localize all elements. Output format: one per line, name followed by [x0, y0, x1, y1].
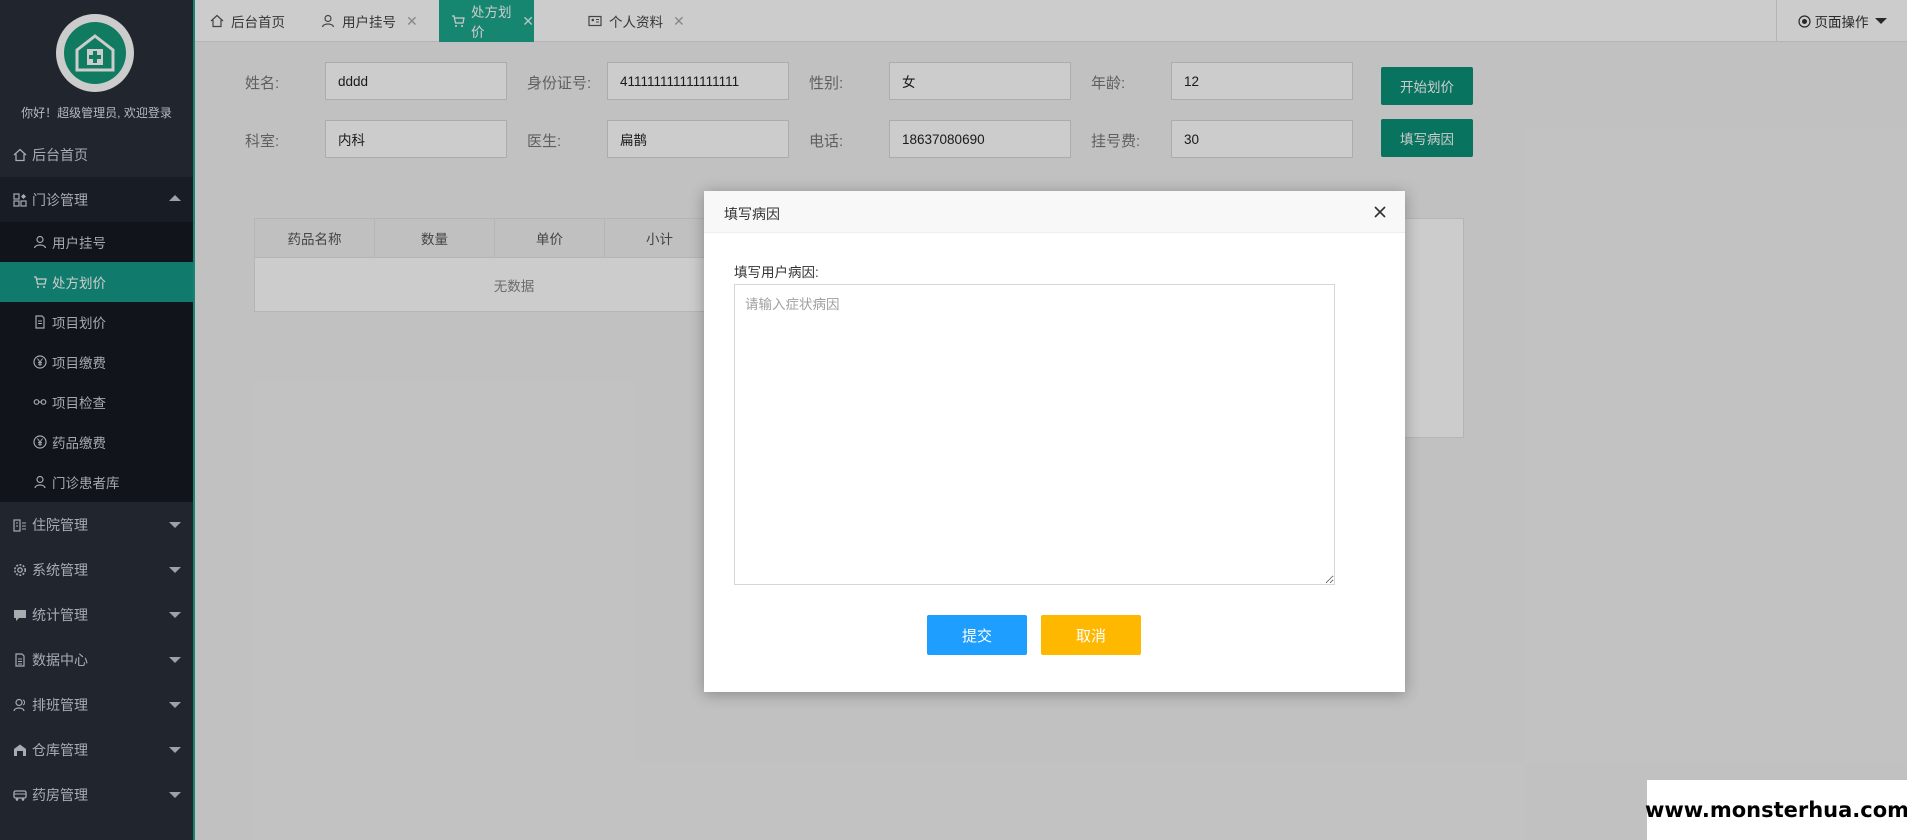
watermark-text: www.monsterhua.com — [1645, 780, 1907, 840]
cause-textarea[interactable] — [734, 284, 1335, 585]
app: 你好！超级管理员, 欢迎登录 后台首页 门诊管理 用户挂号 处方划价 项目划价 … — [0, 0, 1907, 840]
dialog-header: 填写病因 — [704, 191, 1405, 233]
submit-button[interactable]: 提交 — [927, 615, 1027, 655]
fill-cause-dialog: 填写病因 填写用户病因: 提交 取消 — [704, 191, 1405, 692]
cause-label: 填写用户病因: — [734, 265, 819, 280]
cancel-button[interactable]: 取消 — [1041, 615, 1141, 655]
dialog-title: 填写病因 — [724, 206, 780, 222]
close-icon[interactable] — [1371, 203, 1389, 221]
